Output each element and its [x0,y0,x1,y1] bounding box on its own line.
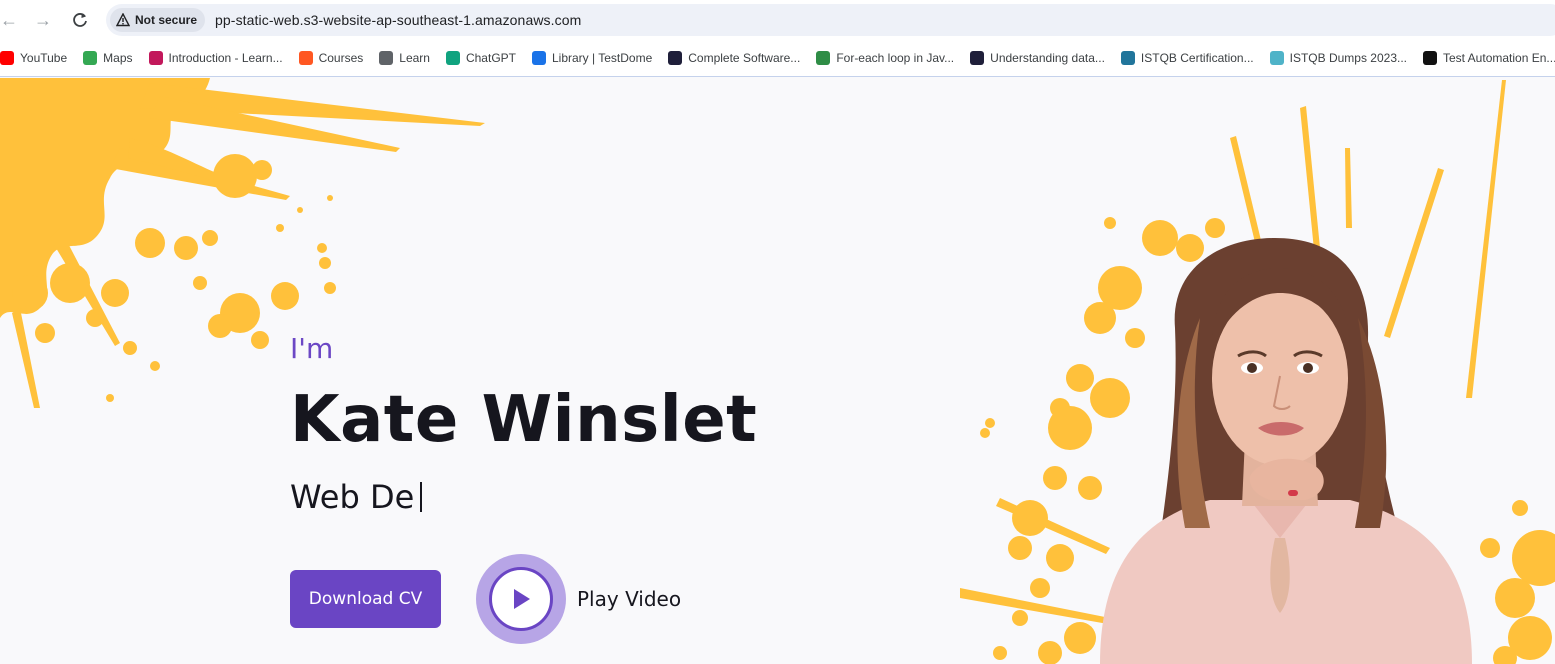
bookmark-item[interactable]: Maps [75,44,140,72]
bookmarks-bar: YouTube Maps Introduction - Learn... Course… [0,40,1555,77]
bookmark-label: ISTQB Dumps 2023... [1289,51,1407,65]
shield-icon [970,51,985,65]
bookmark-item[interactable]: ChatGPT [438,44,524,72]
bookmark-item[interactable]: Learn [371,44,438,72]
bookmark-label: Introduction - Learn... [168,51,283,65]
profile-photo [1100,238,1472,664]
wordpress-icon [1120,51,1135,65]
bookmark-item[interactable]: Understanding data... [962,44,1113,72]
back-arrow-icon[interactable]: ← [0,5,24,35]
bookmark-label: ChatGPT [465,51,516,65]
browser-toolbar: ← → Not secure pp-static-web.s3-website-… [0,0,1555,40]
bookmark-label: For-each loop in Jav... [836,51,955,65]
play-video-button[interactable]: Play Video [476,554,681,644]
bookmark-label: Test Automation En... [1443,51,1555,65]
intro-text: I'm [290,332,334,365]
bookmark-label: Library | TestDome [551,51,653,65]
learn-icon [148,51,163,65]
bookmark-item[interactable]: Test Automation En... [1415,44,1555,72]
bookmark-label: Learn [399,51,430,65]
hero-name: Kate Winslet [290,383,758,457]
bookmark-item[interactable]: Library | TestDome [524,44,660,72]
warning-icon [115,12,131,27]
bookmark-label: Courses [318,51,364,65]
typing-caret [420,482,423,512]
db-icon [1423,51,1437,65]
folder-icon [379,51,394,65]
shield-icon [668,51,683,65]
bookmark-label: YouTube [20,51,68,65]
security-chip[interactable]: Not secure [110,8,206,32]
reload-icon[interactable] [65,5,95,35]
istqb-icon [1269,51,1284,65]
bookmark-item[interactable]: YouTube [0,44,75,72]
bookmark-label: ISTQB Certification... [1140,51,1254,65]
url-text[interactable]: pp-static-web.s3-website-ap-southeast-1.… [215,12,581,28]
page-content: I'm Kate Winslet Web De Download CV Play… [0,78,1555,664]
forward-arrow-icon[interactable]: → [28,5,58,35]
security-label: Not secure [135,13,198,27]
bookmark-item[interactable]: Courses [291,44,372,72]
bookmark-item[interactable]: ISTQB Certification... [1113,44,1262,72]
bookmark-item[interactable]: ISTQB Dumps 2023... [1262,44,1415,72]
bookmark-item[interactable]: Complete Software... [660,44,808,72]
play-icon[interactable] [489,567,553,631]
bookmark-item[interactable]: Introduction - Learn... [141,44,291,72]
paint-splash-left [0,78,485,408]
gfg-icon [816,51,831,65]
chatgpt-icon [445,51,460,65]
youtube-icon [0,51,14,65]
maps-icon [83,51,98,65]
fire-icon [298,51,313,65]
bookmark-label: Maps [103,51,133,65]
bookmark-item[interactable]: For-each loop in Jav... [808,44,962,72]
bookmark-label: Understanding data... [990,51,1105,65]
address-bar[interactable]: Not secure pp-static-web.s3-website-ap-s… [106,4,1555,36]
typed-role-text: Web De [290,478,415,516]
typed-role: Web De [290,478,423,516]
download-cv-button[interactable]: Download CV [290,570,441,628]
testdome-icon [531,51,546,65]
play-ring[interactable] [476,554,566,644]
bookmark-label: Complete Software... [688,51,801,65]
play-video-label[interactable]: Play Video [577,587,681,611]
